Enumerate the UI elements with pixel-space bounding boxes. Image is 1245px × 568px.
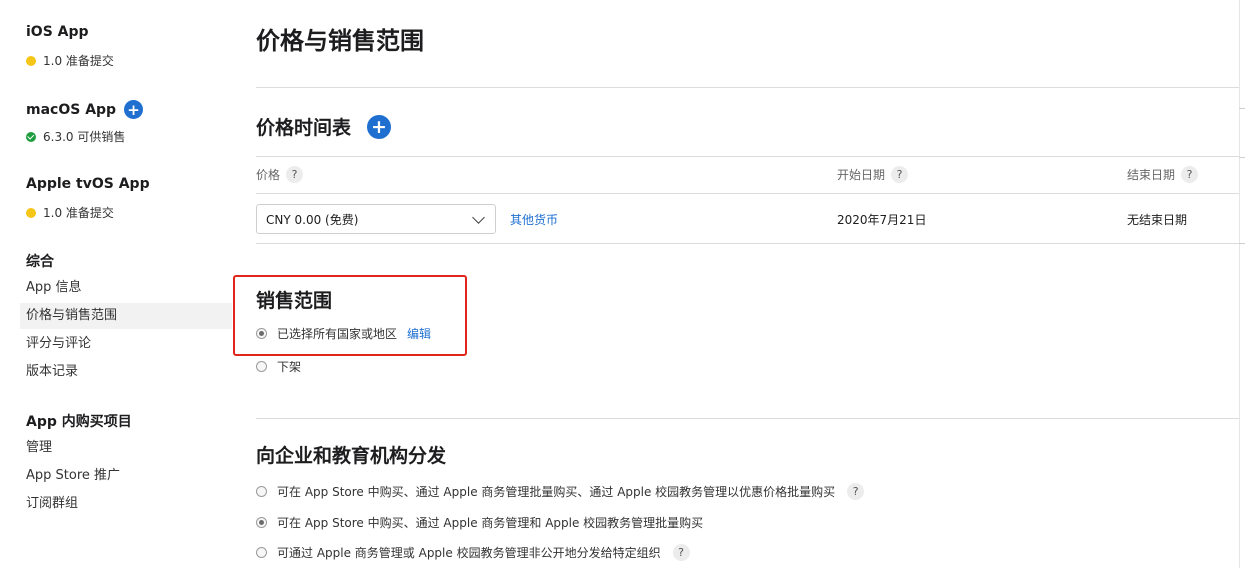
sidebar-macos-status[interactable]: 6.3.0 可供销售: [26, 128, 125, 145]
sidebar-ios-status[interactable]: 1.0 准备提交: [26, 52, 114, 69]
availability-option-remove: 下架: [256, 358, 301, 375]
divider: [256, 193, 1239, 194]
help-icon[interactable]: ?: [891, 166, 909, 183]
column-header-start-date-label: 开始日期: [837, 168, 886, 182]
sidebar-macos-app-title[interactable]: macOS App: [26, 102, 116, 118]
radio-distribution-2[interactable]: [256, 517, 267, 528]
sidebar-item-pricing[interactable]: 价格与销售范围: [20, 303, 232, 329]
app-root: iOS App 1.0 准备提交 macOS App + 6.3.0 可供销售 …: [0, 0, 1245, 568]
sidebar-item-subscription-groups[interactable]: 订阅群组: [20, 491, 232, 517]
status-check-icon: [26, 131, 36, 142]
sidebar-general-title: 综合: [26, 254, 54, 270]
sidebar-item-ratings[interactable]: 评分与评论: [20, 331, 232, 357]
page-title: 价格与销售范围: [256, 27, 424, 55]
column-header-price-label: 价格: [256, 168, 281, 182]
sidebar-tvos-status[interactable]: 1.0 准备提交: [26, 204, 114, 221]
edit-link[interactable]: 编辑: [407, 325, 431, 342]
help-icon[interactable]: ?: [847, 483, 865, 500]
help-icon[interactable]: ?: [286, 166, 304, 183]
end-date-value: 无结束日期: [1127, 213, 1188, 227]
sidebar-macos-status-label: 6.3.0 可供销售: [43, 130, 126, 144]
status-dot-icon: [26, 207, 36, 218]
availability-option-label: 下架: [277, 360, 302, 374]
distribution-option-label: 可在 App Store 中购买、通过 Apple 商务管理批量购买、通过 Ap…: [277, 485, 836, 499]
price-schedule-title: 价格时间表: [256, 117, 352, 139]
scrollbar-tick: [1239, 243, 1245, 244]
radio-distribution-3[interactable]: [256, 547, 267, 558]
sidebar-ios-app-title[interactable]: iOS App: [26, 24, 89, 40]
distribution-option-1: 可在 App Store 中购买、通过 Apple 商务管理批量购买、通过 Ap…: [256, 483, 865, 500]
help-icon[interactable]: ?: [672, 544, 690, 561]
divider: [256, 243, 1239, 244]
help-icon[interactable]: ?: [1181, 166, 1199, 183]
sidebar-item-iap-manage[interactable]: 管理: [20, 435, 232, 461]
sidebar-ios-status-label: 1.0 准备提交: [43, 54, 114, 68]
divider: [256, 87, 1239, 88]
other-currency-link[interactable]: 其他货币: [510, 211, 558, 228]
main-content: 价格与销售范围 价格时间表 + 价格 ? 开始日期 ? 结束日期 ? CNY 0…: [256, 0, 1239, 568]
divider: [256, 156, 1239, 157]
column-header-end-date-label: 结束日期: [1127, 168, 1176, 182]
column-header-end-date: 结束日期 ?: [1127, 166, 1199, 183]
distribution-option-2: 可在 App Store 中购买、通过 Apple 商务管理和 Apple 校园…: [256, 514, 703, 531]
sidebar-item-version-history[interactable]: 版本记录: [20, 359, 232, 385]
scrollbar-tick: [1239, 157, 1245, 158]
sidebar-macos-header: macOS App +: [26, 100, 144, 119]
radio-distribution-1[interactable]: [256, 486, 267, 497]
radio-all-regions[interactable]: [256, 328, 267, 339]
plus-circle-icon[interactable]: +: [124, 100, 144, 119]
sidebar-item-app-info[interactable]: App 信息: [20, 275, 232, 301]
distribution-title: 向企业和教育机构分发: [256, 445, 447, 467]
plus-circle-icon[interactable]: +: [367, 114, 392, 139]
distribution-option-label: 可通过 Apple 商务管理或 Apple 校园教务管理非公开地分发给特定组织: [277, 546, 661, 560]
sidebar-tvos-status-label: 1.0 准备提交: [43, 206, 114, 220]
scrollbar-tick: [1239, 108, 1245, 109]
sidebar-iap-title: App 内购买项目: [26, 414, 132, 430]
start-date-value: 2020年7月21日: [837, 213, 927, 227]
sidebar-tvos-app-title[interactable]: Apple tvOS App: [26, 176, 150, 192]
chevron-down-icon: [472, 211, 485, 224]
status-dot-icon: [26, 55, 36, 66]
sidebar-item-app-store-promo[interactable]: App Store 推广: [20, 463, 232, 489]
distribution-option-3: 可通过 Apple 商务管理或 Apple 校园教务管理非公开地分发给特定组织 …: [256, 544, 690, 561]
price-select[interactable]: CNY 0.00 (免费): [256, 204, 496, 234]
radio-remove-from-sale[interactable]: [256, 361, 267, 372]
column-header-price: 价格 ?: [256, 166, 304, 183]
distribution-option-label: 可在 App Store 中购买、通过 Apple 商务管理和 Apple 校园…: [277, 516, 704, 530]
column-header-start-date: 开始日期 ?: [837, 166, 909, 183]
availability-option-label: 已选择所有国家或地区: [277, 327, 398, 341]
sidebar: iOS App 1.0 准备提交 macOS App + 6.3.0 可供销售 …: [0, 0, 232, 568]
divider: [256, 418, 1239, 419]
availability-title: 销售范围: [256, 290, 333, 312]
scrollbar-track[interactable]: [1239, 0, 1245, 568]
availability-option-all-regions: 已选择所有国家或地区 编辑: [256, 325, 431, 342]
price-schedule-header: 价格时间表 +: [256, 113, 392, 140]
price-select-value: CNY 0.00 (免费): [266, 212, 359, 227]
